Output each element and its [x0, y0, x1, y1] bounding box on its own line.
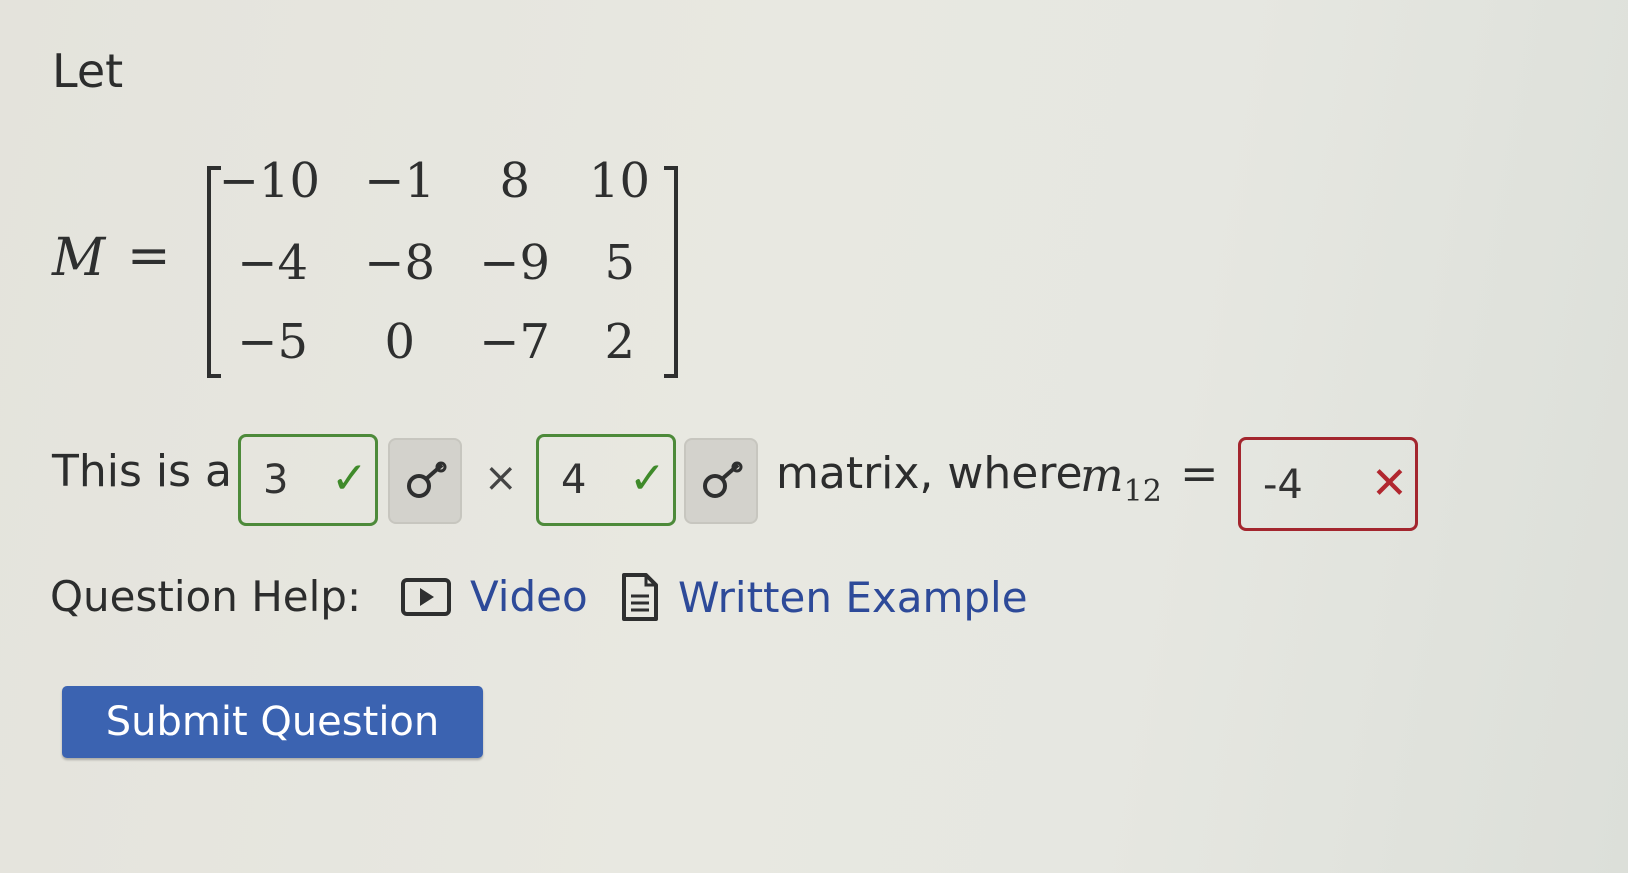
matrix-equals: = — [127, 226, 171, 286]
video-link-label: Video — [470, 572, 588, 621]
submit-question-button[interactable]: Submit Question — [62, 686, 483, 758]
cols-answer-field[interactable]: 4 ✓ — [536, 434, 676, 526]
video-icon — [401, 577, 451, 616]
entry-symbol: m12 — [1080, 448, 1162, 509]
check-icon: ✓ — [629, 453, 666, 504]
intro-text: Let — [52, 44, 124, 98]
key-icon — [703, 461, 743, 498]
matrix-cell: −8 — [364, 235, 435, 291]
sentence-middle: matrix, where — [776, 448, 1083, 499]
entry-answer-field[interactable]: -4 ✕ — [1238, 437, 1418, 531]
video-link[interactable]: Video — [400, 572, 588, 621]
sentence-prefix: This is a — [52, 446, 232, 497]
check-icon: ✓ — [331, 453, 368, 504]
entry-symbol-letter: m — [1080, 448, 1124, 502]
matrix-cell: 8 — [499, 153, 530, 209]
rows-answer-value: 3 — [263, 457, 289, 503]
times-sign: × — [484, 455, 518, 501]
matrix-cell: 10 — [588, 153, 650, 209]
document-icon — [622, 573, 658, 621]
entry-answer-value: -4 — [1263, 462, 1303, 508]
key-icon-button[interactable] — [684, 438, 758, 524]
cross-icon: ✕ — [1371, 458, 1408, 509]
key-icon-button[interactable] — [388, 438, 462, 524]
written-example-link[interactable]: Written Example — [620, 572, 1028, 622]
matrix-right-bracket — [664, 166, 678, 378]
entry-equals: = — [1180, 446, 1219, 500]
matrix-cell: −10 — [218, 153, 320, 209]
matrix-cell: 0 — [384, 314, 415, 370]
cols-answer-value: 4 — [561, 457, 587, 503]
entry-subscript: 12 — [1123, 474, 1162, 510]
matrix-cell: 5 — [604, 235, 635, 291]
key-icon — [407, 461, 447, 498]
question-help-label: Question Help: — [50, 572, 362, 621]
matrix-cell: −4 — [237, 235, 308, 291]
matrix-name: M — [52, 228, 106, 288]
matrix-cell: 2 — [604, 314, 635, 370]
rows-answer-field[interactable]: 3 ✓ — [238, 434, 378, 526]
written-example-link-label: Written Example — [678, 572, 1028, 622]
